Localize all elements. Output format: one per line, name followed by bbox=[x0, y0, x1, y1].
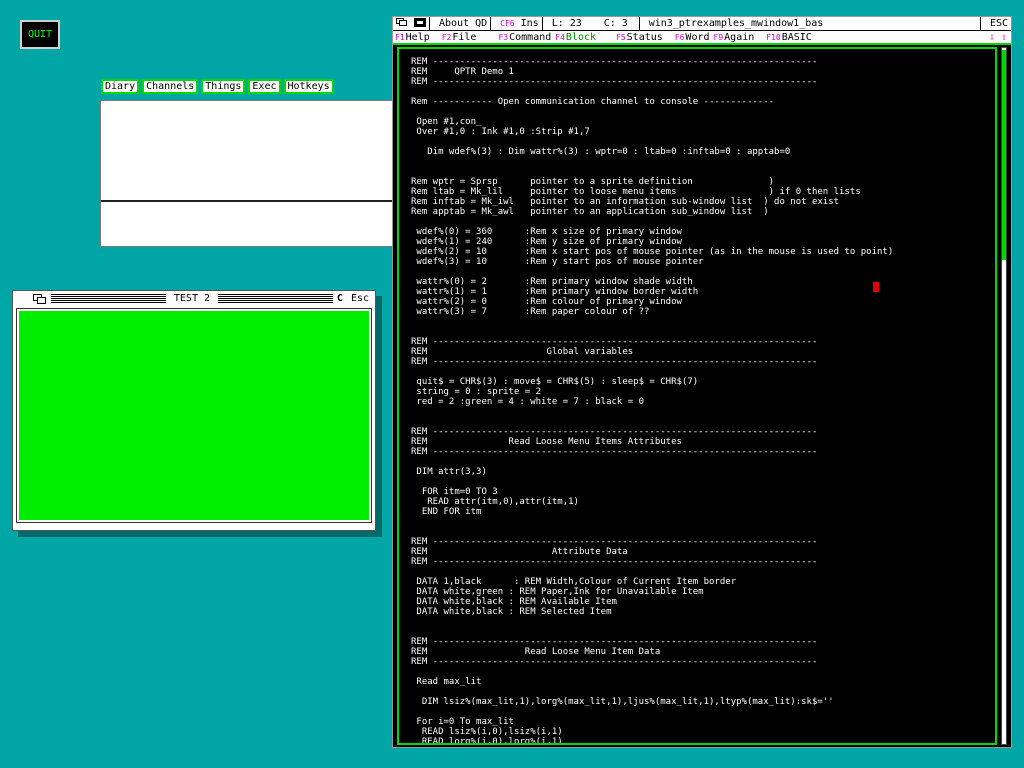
function-key-bar: F1Help F2File F3Command F4Block F5Status… bbox=[393, 31, 1011, 45]
title-stripes-left bbox=[51, 294, 166, 303]
white-panel bbox=[100, 100, 396, 247]
command-menu[interactable]: F3Command bbox=[498, 32, 551, 43]
scrollbar[interactable] bbox=[1001, 47, 1007, 745]
code-area[interactable]: REM ------------------------------------… bbox=[397, 47, 997, 745]
line-indicator: L: 23 bbox=[551, 18, 582, 29]
scrollbar-thumb[interactable] bbox=[1002, 50, 1006, 260]
channels-button[interactable]: Channels bbox=[142, 79, 199, 94]
help-menu[interactable]: F1Help bbox=[395, 32, 430, 43]
word-menu[interactable]: F6Word bbox=[675, 32, 710, 43]
about-button[interactable]: About QD bbox=[436, 18, 490, 29]
editor-window: About QD CF6 Ins L: 23 C: 3 win3_ptrexam… bbox=[392, 16, 1012, 748]
block-menu[interactable]: F4Block bbox=[555, 32, 596, 43]
panel-divider bbox=[101, 200, 395, 202]
file-menu[interactable]: F2File bbox=[442, 32, 477, 43]
text-cursor bbox=[873, 282, 879, 292]
window-menu-icon[interactable] bbox=[33, 293, 47, 304]
cf6-key[interactable]: CF6 bbox=[497, 19, 517, 28]
exec-button[interactable]: Exec bbox=[248, 79, 281, 94]
status-menu[interactable]: F5Status bbox=[616, 32, 663, 43]
scroll-up-icon[interactable]: ⇧ bbox=[1001, 32, 1007, 43]
button-bar: Diary Channels Things Exec Hotkeys bbox=[101, 79, 334, 94]
quit-button[interactable]: QUIT bbox=[20, 20, 60, 49]
code-text: REM ------------------------------------… bbox=[411, 57, 894, 745]
filename: win3_ptrexamples_mwindow1_bas bbox=[648, 18, 824, 29]
hotkeys-button[interactable]: Hotkeys bbox=[283, 79, 334, 94]
test-window-title: TEST 2 bbox=[173, 293, 211, 304]
column-indicator: C: 3 bbox=[603, 18, 628, 29]
esc-button[interactable]: Esc bbox=[351, 293, 369, 304]
title-stripes-right bbox=[218, 294, 333, 303]
again-menu[interactable]: F9Again bbox=[714, 32, 755, 43]
window-menu-icon[interactable] bbox=[393, 17, 411, 30]
test-window-titlebar[interactable]: TEST 2 C Esc bbox=[13, 291, 375, 306]
wake-icon[interactable]: C bbox=[337, 293, 343, 304]
scroll-down-icon[interactable]: ⇩ bbox=[989, 32, 995, 43]
basic-menu[interactable]: F10BASIC bbox=[766, 32, 812, 43]
things-button[interactable]: Things bbox=[201, 79, 246, 94]
insert-mode: Ins bbox=[520, 18, 539, 29]
diary-button[interactable]: Diary bbox=[101, 79, 140, 94]
sleep-icon[interactable] bbox=[411, 17, 429, 30]
test-window: TEST 2 C Esc bbox=[12, 290, 376, 531]
green-canvas bbox=[16, 308, 372, 523]
editor-status-bar: About QD CF6 Ins L: 23 C: 3 win3_ptrexam… bbox=[393, 16, 1011, 31]
esc-button[interactable]: ESC bbox=[987, 18, 1011, 29]
